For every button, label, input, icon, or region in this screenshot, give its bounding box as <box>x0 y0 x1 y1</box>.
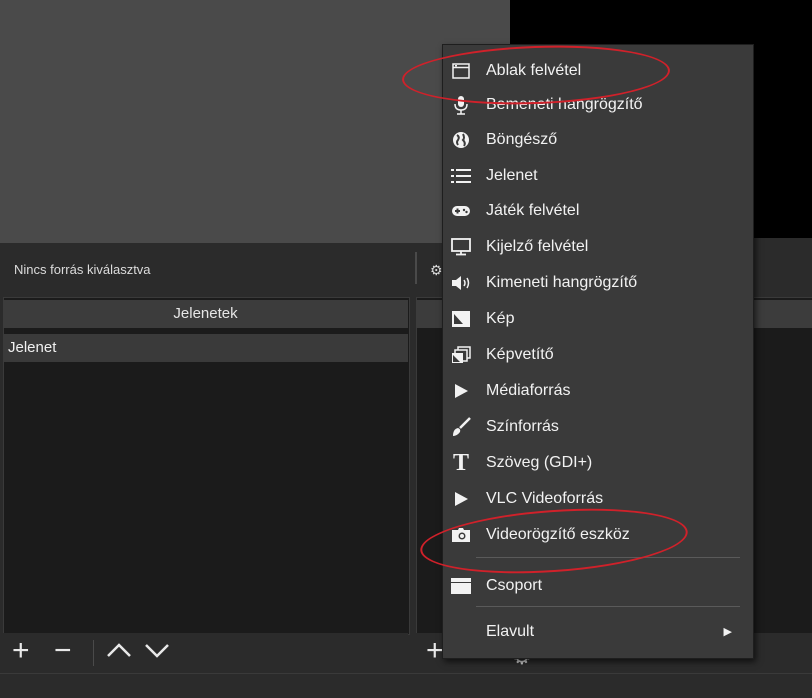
text-icon: T <box>452 450 469 476</box>
scene-list-item[interactable]: Jelenet <box>3 334 408 362</box>
menu-item-slideshow[interactable]: Képvetítő <box>442 340 752 370</box>
gamepad-icon <box>450 196 472 226</box>
menu-separator <box>476 606 740 607</box>
list-icon <box>450 161 472 191</box>
menu-item-label: Kimeneti hangrögzítő <box>486 274 638 291</box>
monitor-icon <box>450 232 472 262</box>
menu-item-label: Színforrás <box>486 418 559 435</box>
menu-item-browser[interactable]: Böngésző <box>442 125 752 155</box>
menu-item-label: Játék felvétel <box>486 202 580 219</box>
menu-item-display-capture[interactable]: Kijelző felvétel <box>442 232 752 262</box>
menu-item-label: Kép <box>486 310 515 327</box>
menu-item-audio-output[interactable]: Kimeneti hangrögzítő <box>442 268 752 298</box>
bottom-bar <box>0 673 812 698</box>
menu-item-label: Böngésző <box>486 131 558 148</box>
menu-item-media-source[interactable]: Médiaforrás <box>442 376 752 406</box>
menu-item-label: Szöveg (GDI+) <box>486 454 593 471</box>
submenu-arrow-icon: ▶ <box>723 626 732 638</box>
menu-item-label: Médiaforrás <box>486 382 571 399</box>
play-icon <box>450 376 472 406</box>
add-scene-button[interactable]: + <box>12 636 30 666</box>
menu-item-image[interactable]: Kép <box>442 304 752 334</box>
brush-icon <box>450 412 472 442</box>
toolbar-divider <box>415 252 417 284</box>
properties-icon[interactable]: ⚙ <box>430 262 443 279</box>
menu-item-label: Csoport <box>486 577 543 594</box>
slideshow-icon <box>450 340 472 370</box>
menu-item-label: Képvetítő <box>486 346 554 363</box>
preview-canvas[interactable] <box>0 0 510 243</box>
menu-item-deprecated[interactable]: Elavult ▶ <box>442 617 752 647</box>
remove-scene-button[interactable]: − <box>54 636 72 666</box>
no-source-selected-label: Nincs forrás kiválasztva <box>14 262 151 277</box>
scenes-dock-title: Jelenetek <box>3 300 408 328</box>
menu-item-color-source[interactable]: Színforrás <box>442 412 752 442</box>
move-scene-down-button[interactable] <box>142 638 172 668</box>
play-icon <box>450 484 472 514</box>
folder-icon <box>450 571 472 601</box>
move-scene-up-button[interactable] <box>104 638 134 668</box>
toolbar-divider <box>93 640 94 666</box>
menu-item-label: Kijelző felvétel <box>486 238 589 255</box>
image-icon <box>450 304 472 334</box>
menu-item-text-gdi[interactable]: T Szöveg (GDI+) <box>442 448 752 478</box>
chevron-down-icon <box>145 644 169 658</box>
menu-item-game-capture[interactable]: Játék felvétel <box>442 196 752 226</box>
add-source-button[interactable]: + <box>426 636 444 666</box>
menu-item-scene[interactable]: Jelenet <box>442 161 752 191</box>
globe-icon <box>450 125 472 155</box>
menu-item-group[interactable]: Csoport <box>442 571 752 601</box>
menu-item-label: Elavult <box>486 623 535 640</box>
speaker-icon <box>450 268 472 298</box>
menu-item-label: Jelenet <box>486 167 538 184</box>
chevron-up-icon <box>107 643 131 657</box>
